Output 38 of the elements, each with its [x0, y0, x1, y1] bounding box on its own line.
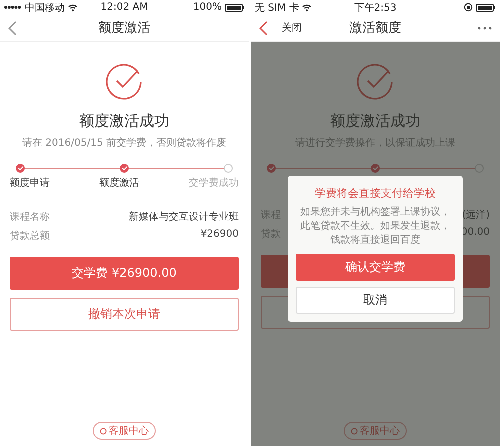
wifi-icon: [302, 4, 312, 12]
cancel-application-button[interactable]: 撤销本次申请: [10, 298, 239, 331]
lock-rotation-icon: [464, 3, 473, 12]
battery-icon: [476, 4, 496, 12]
dialog-title: 学费将会直接支付给学校: [314, 186, 437, 201]
signal-icon: [4, 5, 22, 10]
carrier-name: 无 SIM 卡: [255, 2, 300, 14]
result-title: 额度激活成功: [330, 112, 420, 131]
wifi-icon: [68, 4, 78, 12]
step-label: 交学费成功: [189, 176, 239, 190]
cancel-button[interactable]: 取消: [296, 287, 455, 314]
customer-service-link[interactable]: 客服中心: [344, 422, 407, 440]
status-time: 12:02 AM: [100, 2, 148, 13]
result-title: 额度激活成功: [80, 112, 170, 131]
detail-value: 新媒体与交互设计专业班: [129, 210, 239, 224]
pay-button[interactable]: 交学费 ¥26900.00: [10, 257, 239, 290]
detail-label: 课程名称: [10, 211, 50, 224]
back-icon[interactable]: [259, 20, 268, 36]
battery-percent: 100%: [193, 2, 222, 13]
battery-icon: [225, 4, 245, 12]
nav-title: 激活额度: [350, 20, 402, 37]
check-circle-icon: [104, 62, 144, 102]
step-label: 额度激活: [100, 176, 140, 190]
step-label: 额度申请: [10, 176, 50, 190]
customer-service-link[interactable]: 客服中心: [93, 422, 156, 440]
confirm-button[interactable]: 确认交学费: [296, 254, 455, 281]
carrier-name: 中国移动: [25, 2, 65, 14]
nav-title: 额度激活: [98, 20, 150, 37]
dialog-message: 如果您并未与机构签署上课协议，此笔贷款不生效。如果发生退款，钱款将直接退回百度: [300, 206, 452, 248]
detail-value: (远洋): [462, 209, 490, 222]
check-circle-icon: [356, 62, 396, 102]
result-subtitle: 请在 2016/05/15 前交学费，否则贷款将作废: [22, 136, 226, 150]
close-link[interactable]: 关闭: [282, 21, 302, 35]
status-time: 下午2:53: [354, 2, 397, 14]
back-icon[interactable]: [8, 20, 17, 36]
detail-label: 贷款总额: [10, 230, 50, 243]
more-icon[interactable]: [478, 26, 492, 30]
detail-value: ¥26900: [200, 229, 239, 242]
